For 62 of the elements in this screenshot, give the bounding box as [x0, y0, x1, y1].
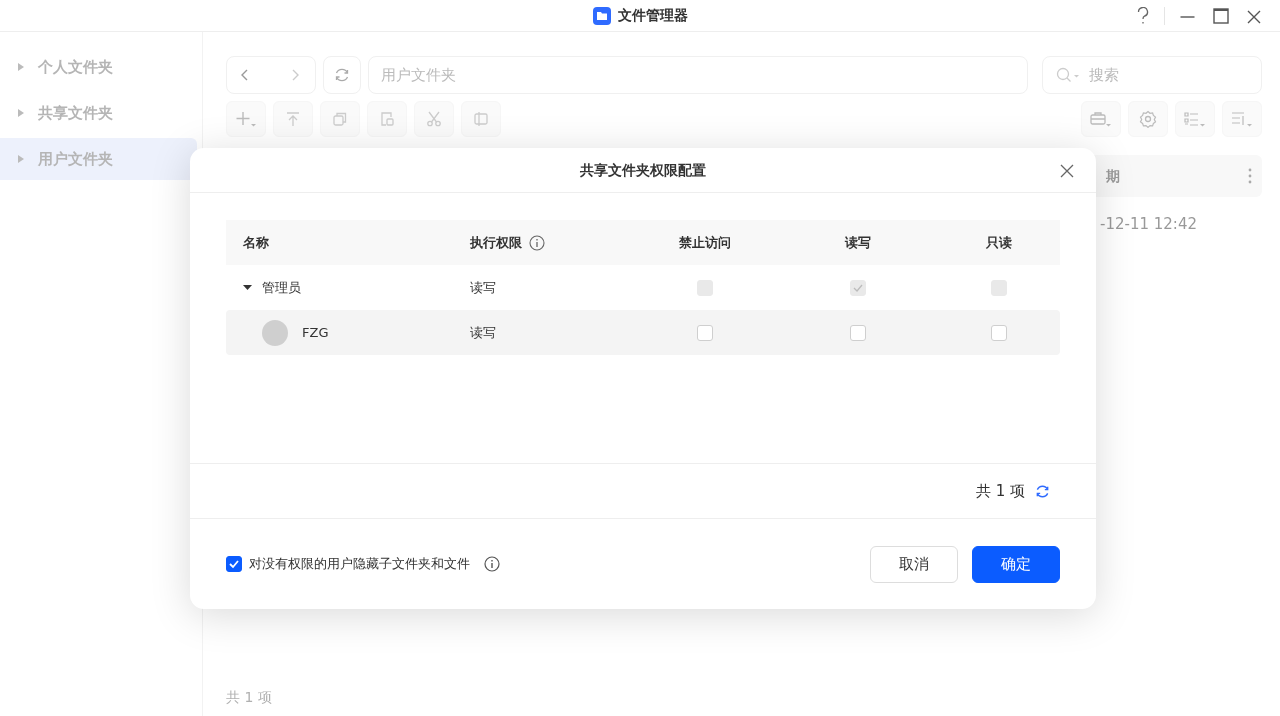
sort-button[interactable] [1222, 101, 1262, 137]
expand-arrow-icon[interactable] [18, 109, 24, 117]
minimize-icon [1180, 16, 1195, 18]
settings-icon [1139, 110, 1157, 128]
close-icon [1247, 9, 1261, 24]
checkbox-label: 对没有权限的用户隐藏子文件夹和文件 [249, 555, 470, 574]
cancel-button[interactable]: 取消 [870, 545, 958, 583]
user-name: 管理员 [262, 278, 301, 297]
folder-icon [592, 6, 611, 25]
rename-button[interactable] [461, 101, 501, 137]
view-list-button[interactable] [1175, 101, 1215, 137]
info-icon[interactable] [484, 556, 500, 572]
list-view-icon [1184, 110, 1206, 128]
column-header: 禁止访问 [679, 233, 731, 252]
info-icon[interactable] [529, 234, 545, 251]
plus-icon [235, 110, 257, 128]
sort-icon [1231, 110, 1253, 128]
check-icon [229, 559, 239, 569]
column-header: 执行权限 [470, 233, 522, 252]
checkbox[interactable] [226, 556, 242, 572]
scissors-icon [426, 111, 442, 127]
search-icon [1056, 67, 1080, 83]
more-options-icon[interactable] [1248, 168, 1252, 184]
close-icon [1060, 164, 1074, 178]
column-header: 读写 [845, 233, 871, 252]
cut-button[interactable] [414, 101, 454, 137]
briefcase-button[interactable] [1081, 101, 1121, 137]
refresh-icon[interactable] [1035, 483, 1050, 499]
dialog-title: 共享文件夹权限配置 [580, 160, 706, 180]
copy-icon [332, 111, 348, 127]
paste-button[interactable] [367, 101, 407, 137]
refresh-button[interactable] [323, 56, 361, 94]
refresh-icon [334, 67, 350, 83]
settings-button[interactable] [1128, 101, 1168, 137]
upload-button[interactable] [273, 101, 313, 137]
item-count: 共 1 项 [975, 480, 1025, 502]
upload-icon [285, 111, 301, 127]
avatar-icon [262, 319, 288, 346]
permission-value: 读写 [470, 323, 497, 342]
table-cell-text: -12-11 12:42 [1100, 214, 1197, 236]
paste-icon [379, 111, 395, 127]
briefcase-icon [1090, 110, 1112, 128]
expand-arrow-icon[interactable] [18, 155, 24, 163]
copy-button[interactable] [320, 101, 360, 137]
expand-arrow-icon[interactable] [18, 63, 24, 71]
column-header: 只读 [986, 233, 1012, 252]
sidebar-item[interactable]: 共享文件夹 [0, 92, 197, 134]
confirm-button[interactable]: 确定 [972, 545, 1060, 583]
window-title: 文件管理器 [617, 6, 688, 25]
rename-icon [473, 111, 489, 127]
search-field[interactable]: 搜索 [1042, 56, 1262, 94]
sidebar-item[interactable]: 用户文件夹 [0, 138, 197, 180]
column-header: 名称 [243, 233, 269, 252]
sidebar-item[interactable]: 个人文件夹 [0, 46, 197, 88]
question-mark-icon [1137, 7, 1149, 25]
path-field[interactable]: 用户文件夹 [368, 56, 1028, 94]
user-name: FZG [302, 323, 329, 342]
maximize-icon [1213, 8, 1229, 24]
item-count: 共 1 项 [226, 688, 272, 707]
permission-value: 读写 [470, 278, 497, 297]
column-header: 期 [1106, 166, 1120, 186]
new-button[interactable] [226, 101, 266, 137]
